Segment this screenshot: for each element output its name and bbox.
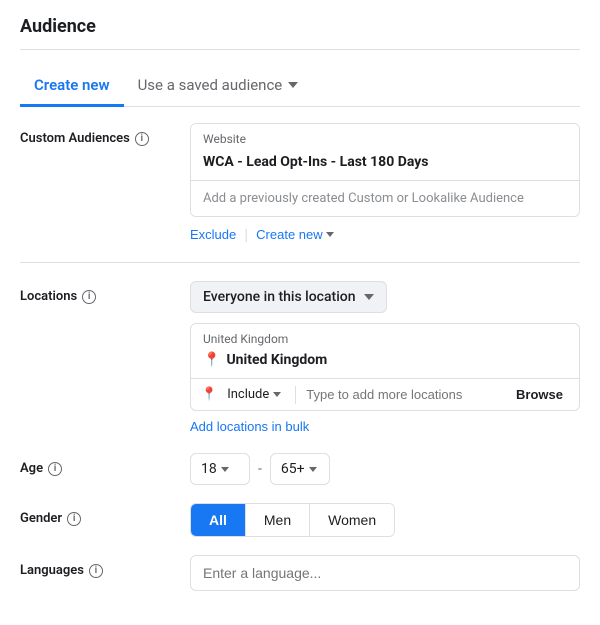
age-to-select[interactable]: 65+ — [270, 453, 330, 485]
age-content: 18 - 65+ — [190, 453, 580, 485]
locations-label: Locations i — [20, 281, 190, 304]
add-bulk-button[interactable]: Add locations in bulk — [190, 419, 309, 434]
gender-section: Gender i All Men Women — [20, 503, 580, 537]
ca-placeholder[interactable]: Add a previously created Custom or Looka… — [191, 180, 579, 216]
include-chevron-icon — [273, 392, 281, 397]
custom-audiences-section: Custom Audiences i Website WCA - Lead Op… — [20, 123, 580, 244]
languages-section: Languages i — [20, 555, 580, 591]
everyone-chevron-icon — [364, 294, 374, 300]
create-new-button[interactable]: Create new — [256, 227, 333, 242]
loc-sep — [295, 386, 296, 404]
ca-website-label: Website — [191, 124, 579, 150]
exclude-button[interactable]: Exclude — [190, 227, 236, 242]
locations-section: Locations i Everyone in this location Un… — [20, 281, 580, 435]
age-to-chevron-icon — [309, 467, 317, 472]
tab-use-saved[interactable]: Use a saved audience — [124, 66, 313, 107]
include-dropdown[interactable]: Include — [223, 385, 285, 404]
tab-saved-chevron-icon — [288, 82, 298, 88]
age-row: 18 - 65+ — [190, 453, 580, 485]
tab-create-new[interactable]: Create new — [20, 66, 124, 107]
audience-panel: Audience Create new Use a saved audience… — [0, 0, 600, 625]
locations-box: United Kingdom 📍 United Kingdom 📍 Includ… — [190, 323, 580, 411]
gender-row: All Men Women — [190, 503, 395, 537]
age-label: Age i — [20, 453, 190, 476]
locations-info-icon[interactable]: i — [82, 290, 96, 304]
languages-input[interactable] — [190, 555, 580, 591]
everyone-label: Everyone in this location — [203, 289, 356, 305]
create-new-label: Create new — [256, 227, 322, 242]
separator: | — [244, 225, 248, 244]
include-label: Include — [227, 387, 269, 402]
create-new-chevron-icon — [326, 232, 334, 237]
ca-entry: WCA - Lead Opt-Ins - Last 180 Days — [191, 150, 579, 180]
custom-audiences-label: Custom Audiences i — [20, 123, 190, 146]
loc-text-input[interactable] — [306, 387, 504, 402]
age-info-icon[interactable]: i — [48, 462, 62, 476]
everyone-dropdown[interactable]: Everyone in this location — [190, 281, 387, 313]
age-section: Age i 18 - 65+ — [20, 453, 580, 485]
tabs-row: Create new Use a saved audience — [20, 66, 580, 107]
custom-audiences-box: Website WCA - Lead Opt-Ins - Last 180 Da… — [190, 123, 580, 217]
age-from-value: 18 — [201, 461, 217, 477]
gender-label: Gender i — [20, 503, 190, 526]
age-from-select[interactable]: 18 — [190, 453, 250, 485]
gender-content: All Men Women — [190, 503, 580, 537]
loc-pin-icon: 📍 — [201, 387, 217, 402]
custom-audiences-info-icon[interactable]: i — [135, 132, 149, 146]
languages-content — [190, 555, 580, 591]
loc-country-entry: 📍 United Kingdom — [191, 348, 579, 378]
loc-input-row: 📍 Include Browse — [191, 378, 579, 410]
loc-country-name: United Kingdom — [226, 352, 327, 368]
loc-country-label: United Kingdom — [191, 324, 579, 348]
gender-info-icon[interactable]: i — [67, 512, 81, 526]
browse-button[interactable]: Browse — [510, 385, 569, 404]
age-dash: - — [258, 461, 262, 477]
gender-men-button[interactable]: Men — [246, 504, 310, 536]
top-divider — [20, 49, 580, 50]
add-bulk-link-container: Add locations in bulk — [190, 419, 309, 434]
age-to-value: 65+ — [281, 461, 305, 477]
pin-icon: 📍 — [203, 352, 220, 368]
section-divider-1 — [20, 262, 580, 263]
exclude-create-row: Exclude | Create new — [190, 225, 580, 244]
age-from-chevron-icon — [221, 467, 229, 472]
gender-all-button[interactable]: All — [191, 504, 246, 536]
gender-women-button[interactable]: Women — [310, 504, 394, 536]
custom-audiences-content: Website WCA - Lead Opt-Ins - Last 180 Da… — [190, 123, 580, 244]
locations-content: Everyone in this location United Kingdom… — [190, 281, 580, 435]
languages-info-icon[interactable]: i — [89, 564, 103, 578]
tab-saved-label: Use a saved audience — [138, 76, 283, 94]
page-title: Audience — [20, 16, 580, 37]
